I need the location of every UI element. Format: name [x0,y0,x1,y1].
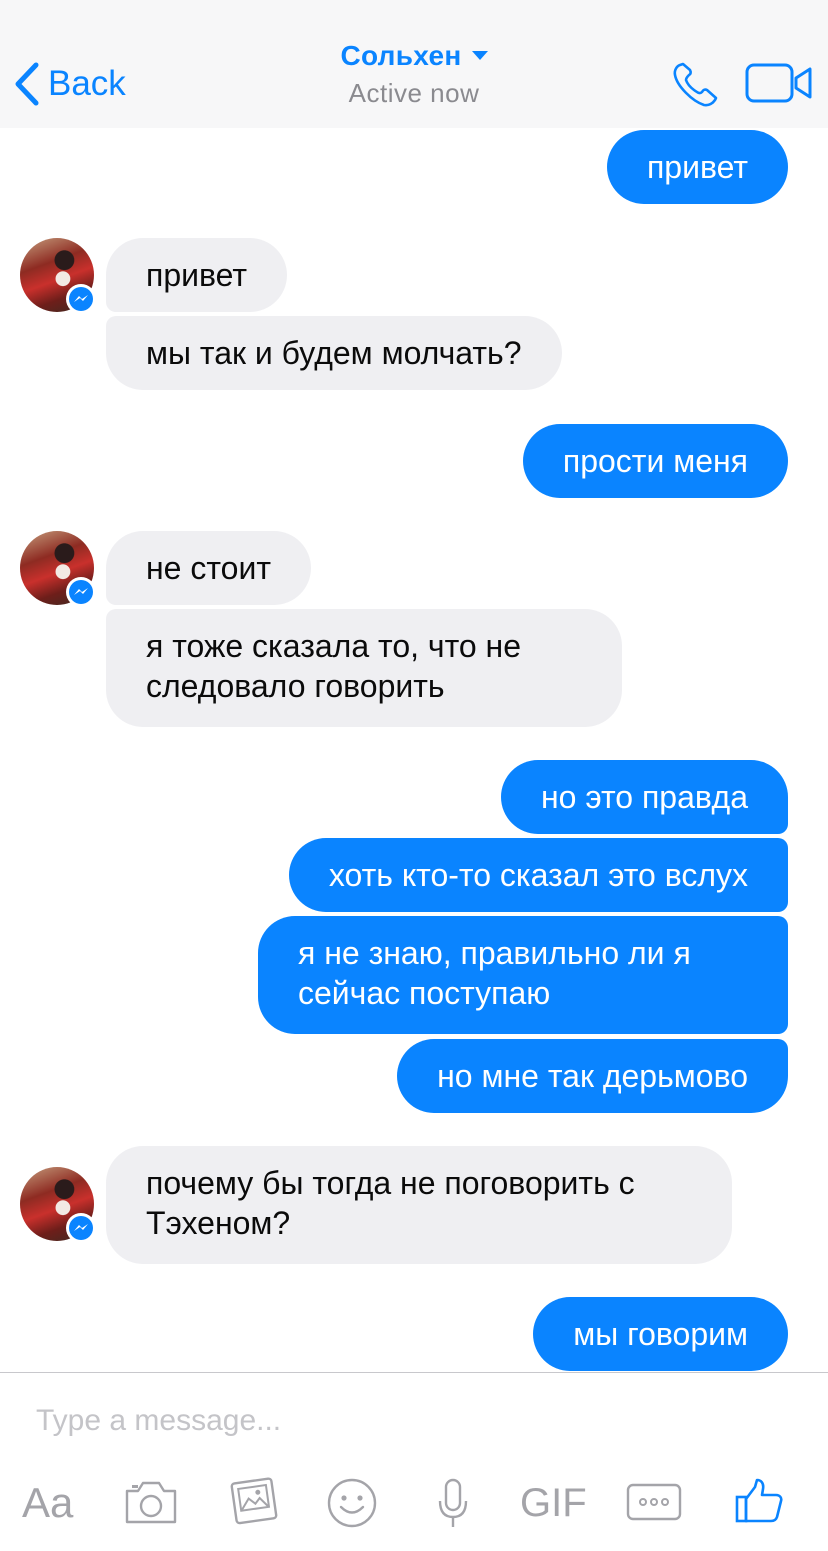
message-outgoing[interactable]: но мне так дерьмово [397,1039,788,1113]
message-outgoing[interactable]: прости меня [522,424,788,498]
caret-down-icon [471,48,488,66]
messenger-badge-icon [66,577,96,607]
message-input[interactable] [36,1401,676,1441]
contact-name-button[interactable]: Сольхен [340,40,488,72]
like-button[interactable] [734,1477,784,1530]
message-composer: Aa [0,1372,828,1551]
video-call-button[interactable] [744,62,814,109]
contact-avatar[interactable] [20,1167,96,1243]
message-outgoing[interactable]: хоть кто-то сказал это вслух [288,838,788,912]
message-incoming[interactable]: не стоит [106,531,311,605]
camera-icon [124,1481,178,1529]
message-outgoing[interactable]: привет [606,130,788,204]
messenger-badge-icon [66,284,96,314]
contact-name: Сольхен [340,40,462,71]
emoji-button[interactable] [326,1477,378,1534]
messenger-badge-icon [66,1213,96,1243]
gallery-icon [226,1477,280,1531]
voice-call-button[interactable] [672,62,720,113]
gif-icon: GIF [520,1481,587,1525]
contact-avatar[interactable] [20,238,96,314]
like-icon [734,1478,784,1529]
microphone-icon [436,1478,470,1533]
camera-button[interactable] [124,1479,178,1530]
message-outgoing[interactable]: я не знаю, правильно ли я сейчас поступа… [258,916,788,1034]
text-format-button[interactable]: Aa [22,1473,73,1533]
gif-button[interactable]: GIF [520,1473,587,1533]
more-button[interactable] [626,1483,682,1526]
message-incoming[interactable]: почему бы тогда не поговорить с Тэхеном? [106,1146,732,1264]
message-incoming[interactable]: я тоже сказала то, что не следовало гово… [106,609,622,727]
contact-avatar[interactable] [20,531,96,607]
message-outgoing[interactable]: мы говорим [533,1297,788,1371]
more-icon [626,1483,682,1525]
message-incoming[interactable]: привет [106,238,288,312]
emoji-icon [326,1478,378,1533]
microphone-button[interactable] [436,1477,470,1534]
phone-icon [672,62,720,112]
text-icon: Aa [22,1479,74,1526]
message-incoming[interactable]: мы так и будем молчать? [106,316,562,390]
gallery-button[interactable] [226,1475,280,1532]
video-camera-icon [744,63,814,108]
message-outgoing[interactable]: но это правда [501,760,788,834]
conversation-header: Back Сольхен Active now [0,0,828,128]
